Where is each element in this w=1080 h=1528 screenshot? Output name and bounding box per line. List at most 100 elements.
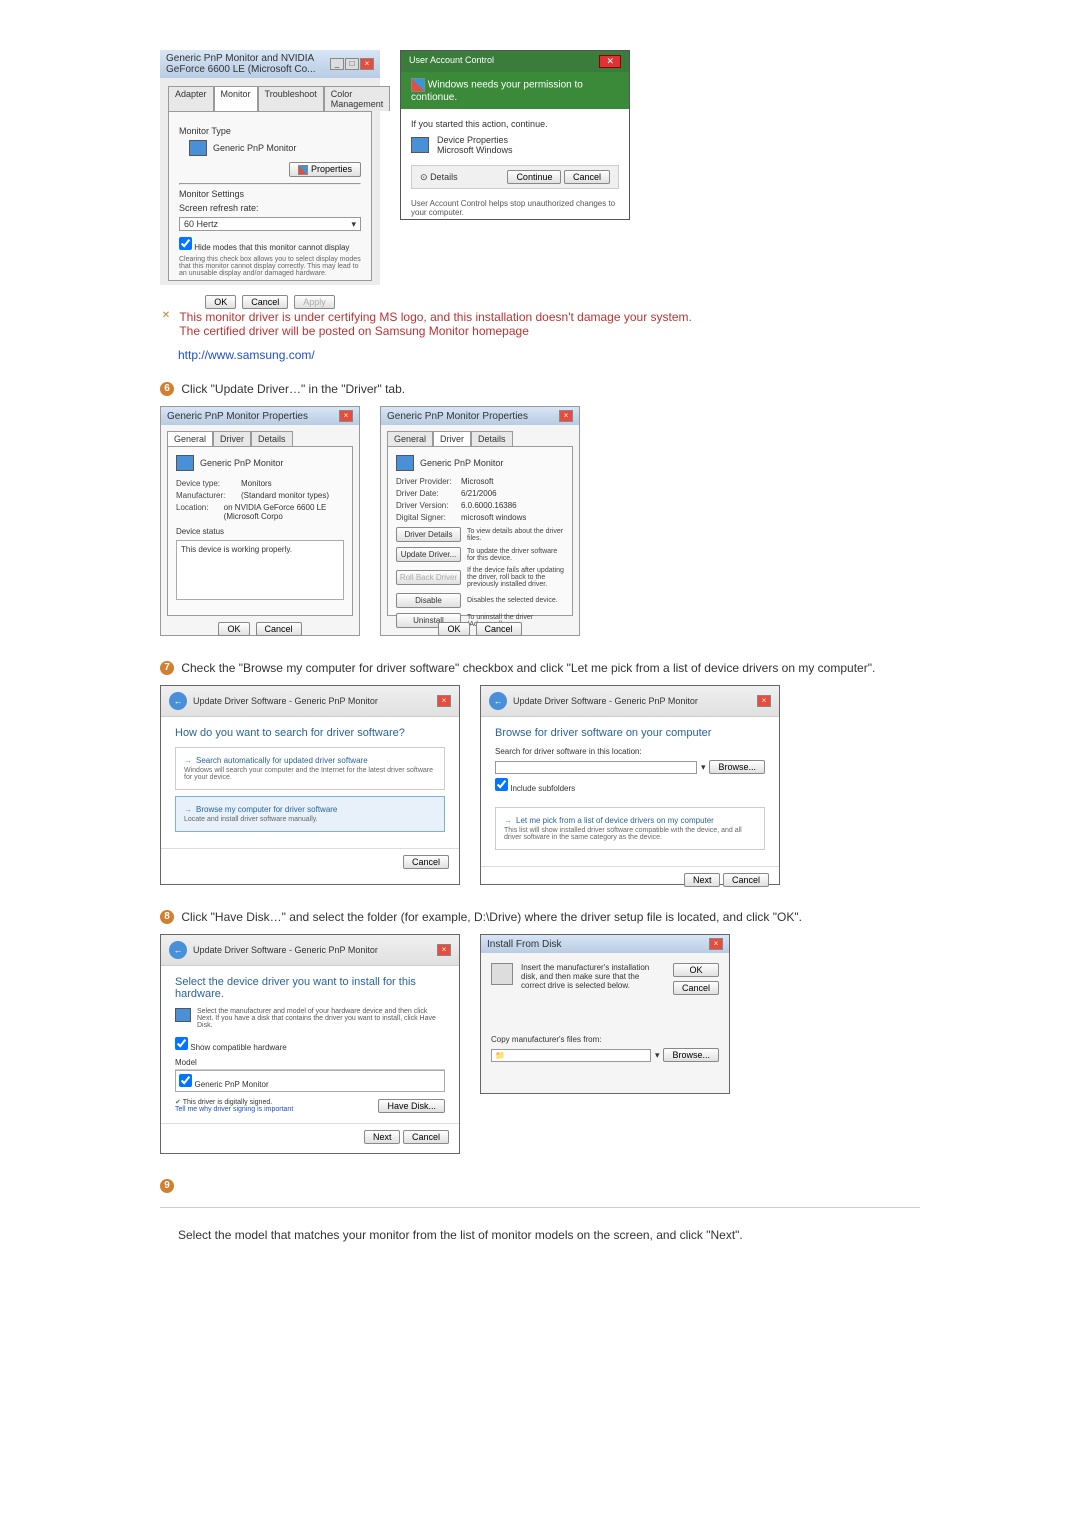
close-icon[interactable]: × xyxy=(559,410,573,422)
cancel-button[interactable]: Cancel xyxy=(242,295,288,309)
cancel-button[interactable]: Cancel xyxy=(403,855,449,869)
close-icon[interactable]: ✕ xyxy=(599,55,621,68)
cancel-button[interactable]: Cancel xyxy=(256,622,302,636)
update-driver-wizard-2: ← Update Driver Software - Generic PnP M… xyxy=(480,685,780,885)
model-item[interactable]: Generic PnP Monitor xyxy=(195,1080,269,1089)
disk-text: Insert the manufacturer's installation d… xyxy=(521,963,665,995)
shield-icon xyxy=(411,78,425,92)
monitor-icon xyxy=(176,455,194,471)
device-name: Generic PnP Monitor xyxy=(420,458,503,468)
properties-button[interactable]: Properties xyxy=(289,162,361,177)
arrow-icon: → xyxy=(504,816,512,825)
maximize-btn[interactable]: □ xyxy=(345,58,359,70)
ok-button[interactable]: OK xyxy=(673,963,719,977)
cancel-button[interactable]: Cancel xyxy=(476,622,522,636)
minimize-btn[interactable]: _ xyxy=(330,58,344,70)
refresh-rate-label: Screen refresh rate: xyxy=(179,203,361,213)
back-button[interactable]: ← xyxy=(169,692,187,710)
next-button[interactable]: Next xyxy=(684,873,721,887)
step-7-badge: 7 xyxy=(160,661,174,675)
disable-button[interactable]: Disable xyxy=(396,593,461,608)
monitor-settings-label: Monitor Settings xyxy=(179,189,361,199)
browse-button[interactable]: Browse... xyxy=(709,760,765,774)
search-auto-option[interactable]: →Search automatically for updated driver… xyxy=(175,747,445,790)
close-btn[interactable]: × xyxy=(360,58,374,70)
hide-modes-desc: Clearing this check box allows you to se… xyxy=(179,256,361,277)
divider xyxy=(160,1207,920,1208)
signing-link[interactable]: Tell me why driver signing is important xyxy=(175,1106,293,1113)
uac-started-text: If you started this action, continue. xyxy=(411,119,619,129)
monitor-name: Generic PnP Monitor xyxy=(213,143,296,153)
step-9-badge: 9 xyxy=(160,1179,174,1193)
tab-details[interactable]: Details xyxy=(251,431,293,446)
tab-driver[interactable]: Driver xyxy=(433,431,471,446)
compat-checkbox[interactable] xyxy=(175,1037,188,1050)
tab-details[interactable]: Details xyxy=(471,431,513,446)
hide-modes-checkbox[interactable] xyxy=(179,237,192,250)
folder-icon: 📁 xyxy=(495,1051,505,1060)
ok-button[interactable]: OK xyxy=(205,295,236,309)
wizard-title: How do you want to search for driver sof… xyxy=(175,727,445,739)
close-icon[interactable]: × xyxy=(709,938,723,950)
search-location-label: Search for driver software in this locat… xyxy=(495,747,765,756)
monitor-properties-dialog: Generic PnP Monitor and NVIDIA GeForce 6… xyxy=(160,50,380,285)
tab-troubleshoot[interactable]: Troubleshoot xyxy=(258,86,324,111)
ok-button[interactable]: OK xyxy=(218,622,249,636)
cancel-button[interactable]: Cancel xyxy=(403,1130,449,1144)
wizard-header-text: Update Driver Software - Generic PnP Mon… xyxy=(193,945,378,955)
copy-path-input[interactable]: 📁 xyxy=(491,1049,651,1062)
tab-monitor[interactable]: Monitor xyxy=(214,86,258,111)
shield-icon xyxy=(298,165,308,175)
close-icon[interactable]: × xyxy=(437,695,451,707)
cancel-button[interactable]: Cancel xyxy=(723,873,769,887)
details-label[interactable]: Details xyxy=(430,172,458,182)
step-9-text: Select the model that matches your monit… xyxy=(178,1228,743,1242)
chevron-down-icon[interactable]: ▾ xyxy=(701,762,706,773)
uac-title: User Account Control xyxy=(409,55,494,68)
ok-button[interactable]: OK xyxy=(438,622,469,636)
update-driver-wizard-1: ← Update Driver Software - Generic PnP M… xyxy=(160,685,460,885)
back-button[interactable]: ← xyxy=(169,941,187,959)
uac-footer-text: User Account Control helps stop unauthor… xyxy=(411,195,619,217)
continue-button[interactable]: Continue xyxy=(507,170,561,184)
copy-from-label: Copy manufacturer's files from: xyxy=(491,1035,719,1044)
back-button[interactable]: ← xyxy=(489,692,507,710)
tab-color[interactable]: Color Management xyxy=(324,86,391,111)
chevron-down-icon[interactable]: ▾ xyxy=(655,1050,660,1061)
refresh-dropdown[interactable]: 60 Hertz ▾ xyxy=(179,217,361,231)
update-driver-button[interactable]: Update Driver... xyxy=(396,547,461,562)
have-disk-button[interactable]: Have Disk... xyxy=(378,1099,445,1113)
rollback-button[interactable]: Roll Back Driver xyxy=(396,570,461,585)
cancel-button[interactable]: Cancel xyxy=(564,170,610,184)
disk-icon xyxy=(491,963,513,985)
check-icon: ✔ xyxy=(175,1099,181,1106)
samsung-link[interactable]: http://www.samsung.com/ xyxy=(178,348,315,362)
browse-computer-option[interactable]: →Browse my computer for driver software … xyxy=(175,796,445,832)
next-button[interactable]: Next xyxy=(364,1130,401,1144)
tab-driver[interactable]: Driver xyxy=(213,431,251,446)
driver-details-button[interactable]: Driver Details xyxy=(396,527,461,542)
chevron-down-icon: ⊙ xyxy=(420,172,428,182)
select-driver-wizard: ← Update Driver Software - Generic PnP M… xyxy=(160,934,460,1154)
close-icon[interactable]: × xyxy=(757,695,771,707)
path-input[interactable] xyxy=(495,761,697,774)
apply-button[interactable]: Apply xyxy=(294,295,335,309)
wizard-header-text: Update Driver Software - Generic PnP Mon… xyxy=(513,696,698,706)
tab-general[interactable]: General xyxy=(167,431,213,446)
tab-adapter[interactable]: Adapter xyxy=(168,86,214,111)
ms-windows-label: Microsoft Windows xyxy=(437,145,513,155)
close-icon[interactable]: × xyxy=(437,944,451,956)
note-line1: This monitor driver is under certifying … xyxy=(179,310,692,324)
cancel-button[interactable]: Cancel xyxy=(673,981,719,995)
chevron-down-icon: ▾ xyxy=(351,219,356,230)
tab-general[interactable]: General xyxy=(387,431,433,446)
uac-dialog: User Account Control ✕ Windows needs you… xyxy=(400,50,630,220)
close-icon[interactable]: × xyxy=(339,410,353,422)
device-status-label: Device status xyxy=(176,527,344,536)
monitor-type-label: Monitor Type xyxy=(179,126,361,136)
include-subfolders-checkbox[interactable] xyxy=(495,778,508,791)
pick-from-list-option[interactable]: →Let me pick from a list of device drive… xyxy=(495,807,765,850)
browse-button[interactable]: Browse... xyxy=(663,1048,719,1062)
step-7-text: Check the "Browse my computer for driver… xyxy=(181,661,919,675)
model-checkbox[interactable] xyxy=(179,1074,192,1087)
